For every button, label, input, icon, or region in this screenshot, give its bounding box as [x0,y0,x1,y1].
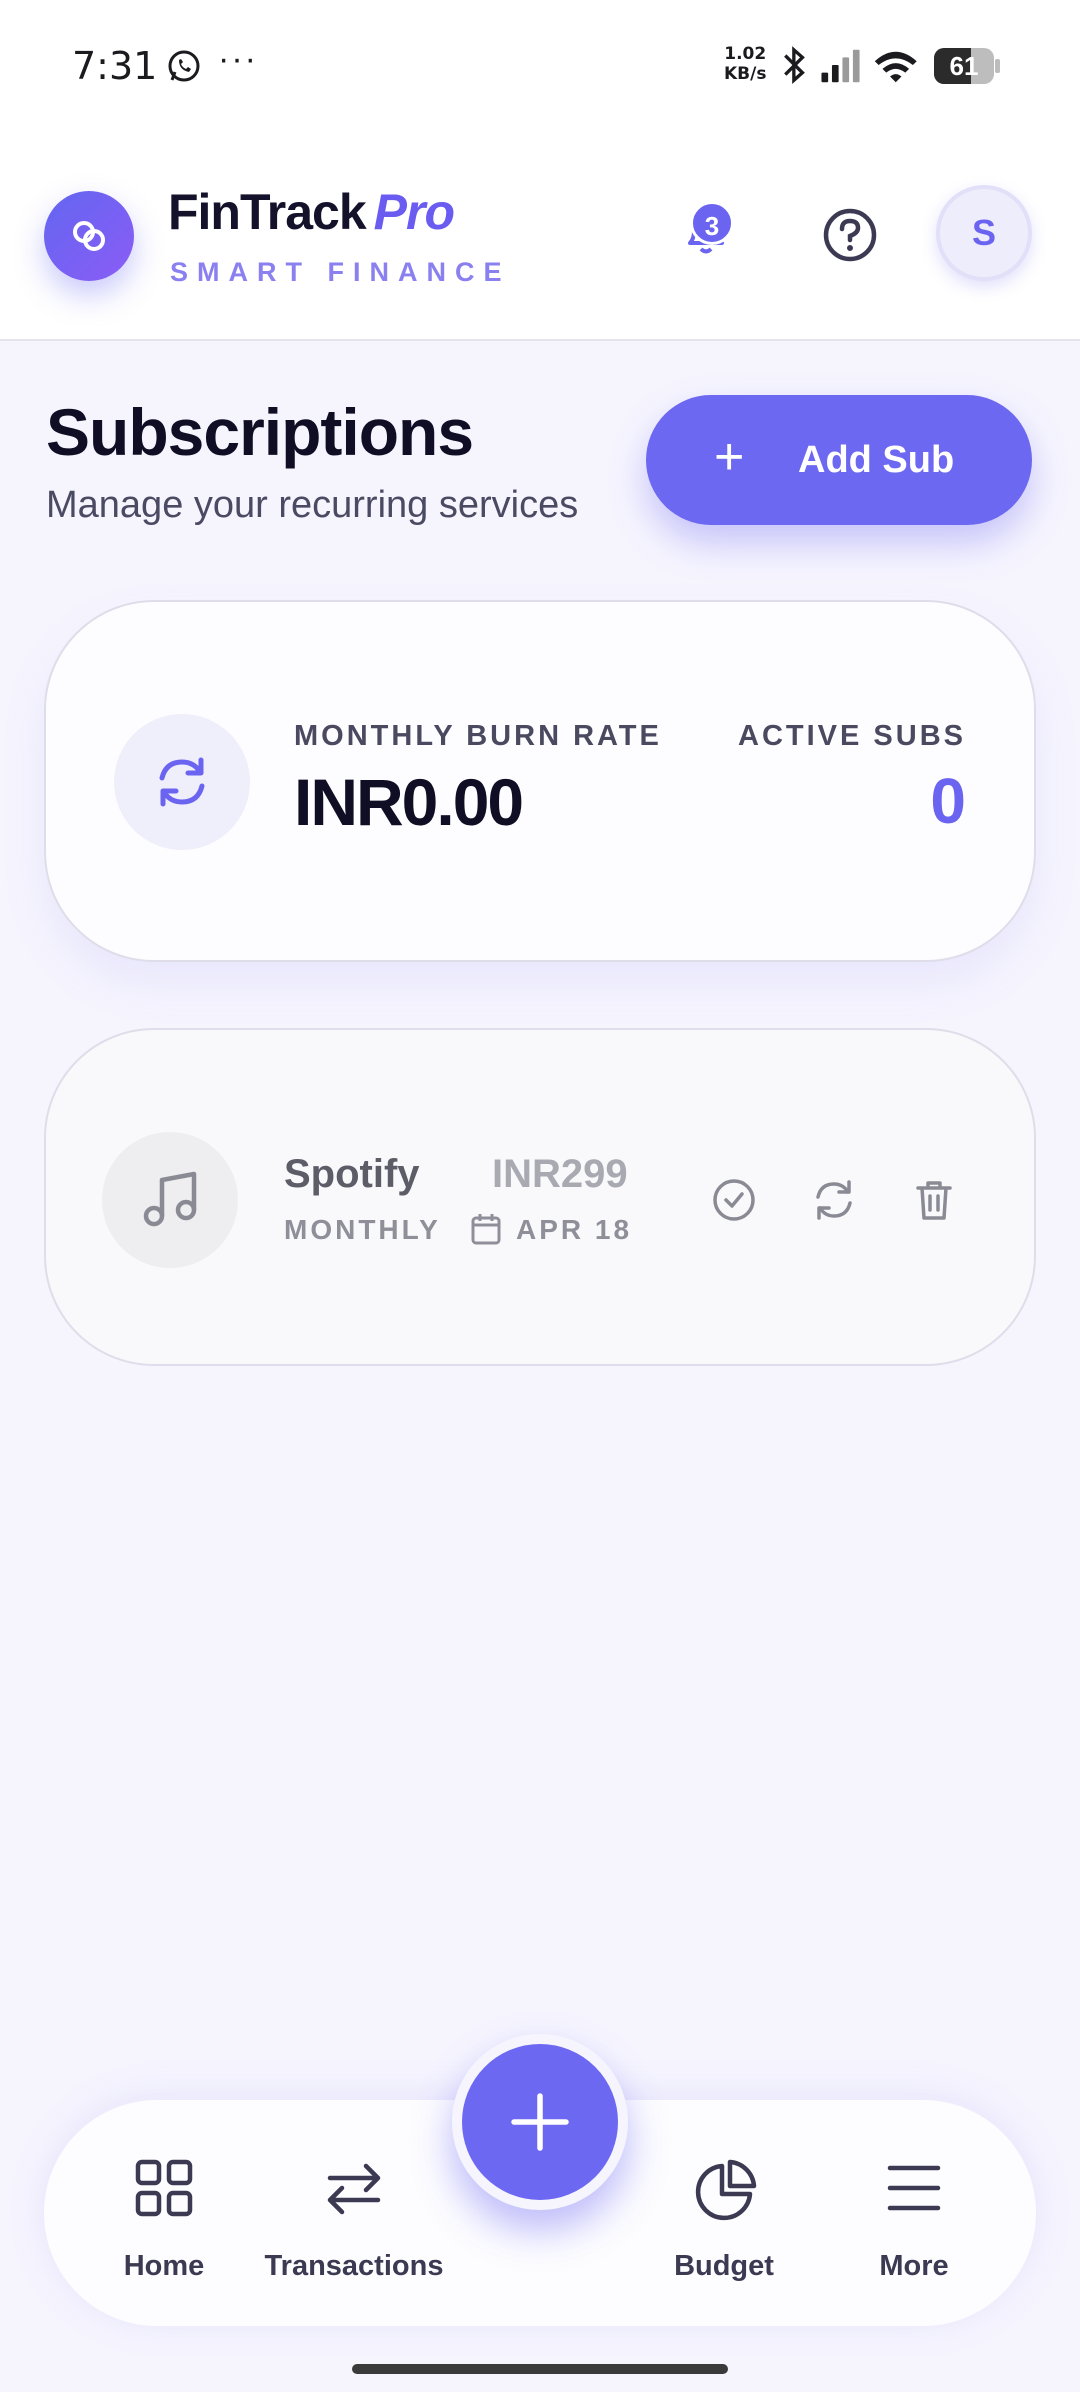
arrows-icon [327,2163,381,2215]
status-time: 7:31 [72,44,158,88]
check-circle-icon[interactable] [710,1176,758,1224]
add-subscription-label: Add Sub [798,439,955,481]
app-header: FinTrack Pro SMART FINANCE 3 S [0,135,1080,341]
battery-level: 61 [949,51,979,81]
summary-card: MONTHLY BURN RATE INR0.00 ACTIVE SUBS 0 [44,600,1036,962]
bluetooth-icon [784,46,805,84]
nav-more[interactable]: More [834,2100,994,2326]
sync-icon [159,757,205,807]
brand-suffix: Pro [373,184,455,240]
calendar-icon [471,1214,501,1245]
plus-icon: + [714,428,745,486]
menu-icon [887,2165,941,2211]
music-icon-circle [102,1132,238,1268]
signal-icon [821,49,860,83]
app-logo[interactable] [44,191,134,281]
link-icon [73,221,105,251]
page-subtitle: Manage your recurring services [46,484,579,526]
whatsapp-icon [168,50,200,82]
network-speed-unit: KB/s [724,64,767,84]
subscription-card[interactable]: Spotify INR299 MONTHLY APR 18 [44,1028,1036,1366]
pie-chart-icon [695,2159,757,2221]
burn-rate-value: INR0.00 [294,765,524,839]
notification-badge: 3 [690,201,734,245]
help-icon[interactable] [822,207,878,263]
brand-tagline: SMART FINANCE [170,257,511,287]
add-subscription-button[interactable]: + Add Sub [646,395,1032,525]
wifi-icon [874,51,917,83]
renew-icon[interactable] [810,1176,858,1224]
home-indicator[interactable] [352,2364,728,2374]
subscription-name: Spotify [284,1152,420,1196]
active-subs-value: 0 [930,765,966,837]
nav-budget-label: Budget [674,2250,774,2282]
nav-transactions[interactable]: Transactions [254,2100,454,2326]
network-speed: 1.02 KB/s [724,44,766,84]
add-fab-button[interactable] [452,2034,628,2210]
subscription-price: INR299 [492,1152,628,1196]
burn-rate-label: MONTHLY BURN RATE [294,720,662,752]
nav-budget[interactable]: Budget [644,2100,804,2326]
user-avatar[interactable]: S [936,185,1032,281]
subscription-cycle: MONTHLY [284,1214,441,1245]
active-subs-label: ACTIVE SUBS [738,720,966,752]
page-title: Subscriptions [46,395,474,469]
status-icons [784,46,917,84]
battery-icon: 61 [934,48,1000,84]
nav-more-label: More [879,2250,949,2282]
brand-name: FinTrack Pro [168,183,455,241]
brand-name-text: FinTrack [168,184,367,240]
nav-home[interactable]: Home [84,2100,244,2326]
trash-icon[interactable] [910,1176,958,1224]
subscription-next-date: APR 18 [516,1214,633,1245]
status-more-icon: ··· [218,40,258,78]
sync-icon-circle [114,714,250,850]
music-icon [143,1171,197,1227]
network-speed-value: 1.02 [724,44,767,64]
grid-icon [135,2159,193,2217]
nav-transactions-label: Transactions [264,2250,444,2282]
status-bar: 7:31 ··· 1.02 KB/s 61 [0,0,1080,135]
nav-home-label: Home [123,2250,205,2282]
plus-icon [511,2093,569,2151]
